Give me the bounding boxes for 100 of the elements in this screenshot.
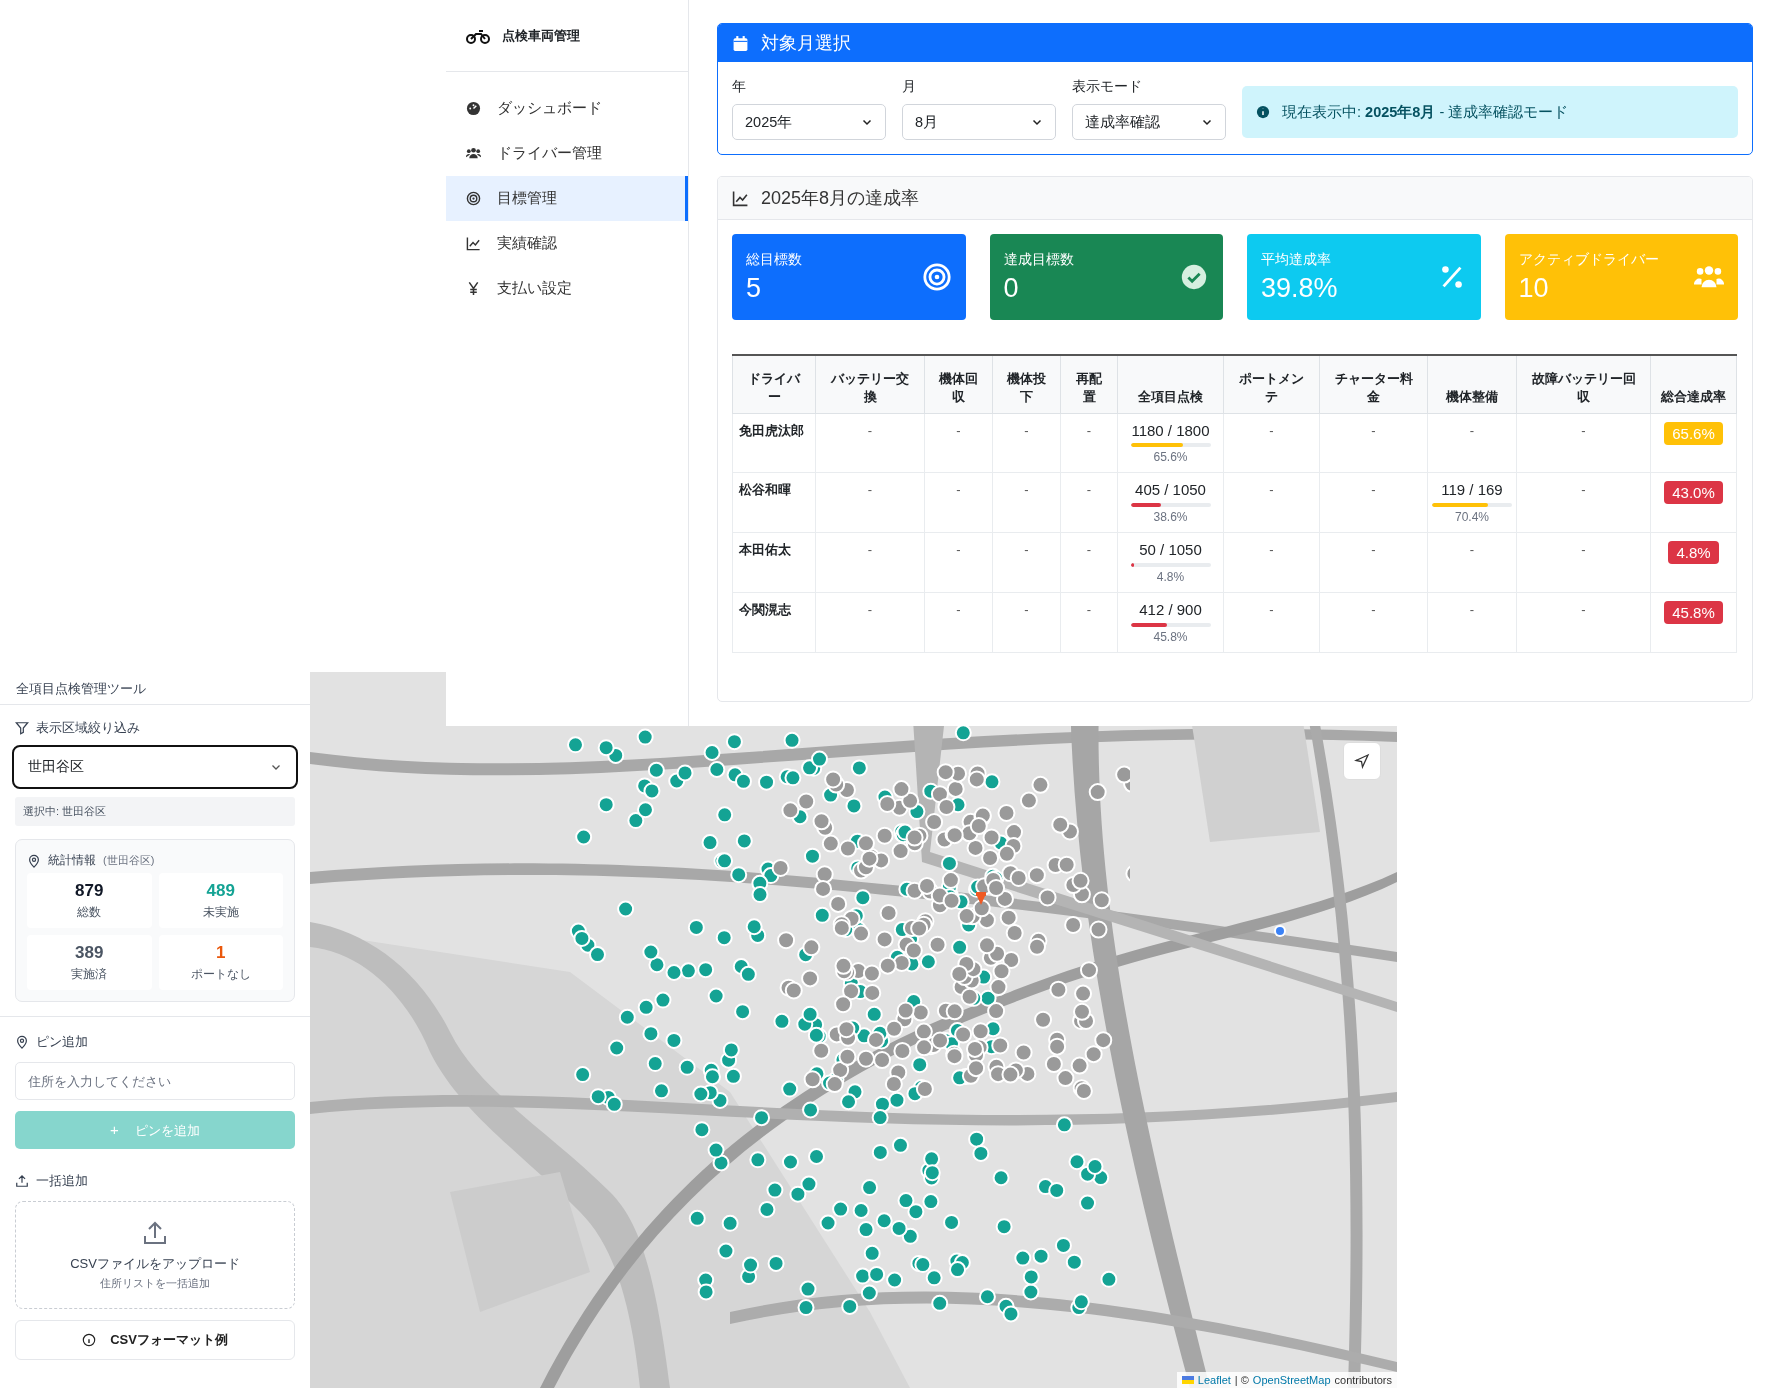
table-cell: - <box>867 422 873 438</box>
stat-label: 平均達成率 <box>1261 250 1332 269</box>
column-header: ドライバー <box>732 355 816 413</box>
stat-label: アクティブドライバー <box>1518 250 1659 269</box>
map-pin-icon[interactable] <box>975 890 987 906</box>
upload-icon <box>15 1174 29 1188</box>
table-cell: - <box>1024 482 1029 498</box>
stat-value: 489 <box>206 880 235 901</box>
progress-value: 119 / 169 <box>1441 481 1503 500</box>
table-cell: - <box>867 542 873 557</box>
table-cell: - <box>867 601 873 617</box>
table-cell: - <box>1086 542 1092 557</box>
attribution-link[interactable]: OpenStreetMap <box>1252 1374 1331 1386</box>
stat-label: ポートなし <box>190 965 251 983</box>
column-header: 機体回収 <box>924 355 993 413</box>
alert-text: 現在表示中: 2025年8月 - 達成率確認モード <box>1282 102 1569 122</box>
progress-percent: 38.6% <box>1153 510 1188 524</box>
nav-item[interactable]: 目標管理 <box>446 176 688 221</box>
table-cell: - <box>1371 422 1376 438</box>
panel-title: 全項目点検管理ツール <box>0 672 310 705</box>
card-title: 対象月選択 <box>761 32 851 55</box>
upload-hint: 住所リストを一括追加 <box>100 1277 210 1291</box>
column-header: 故障バッテリー回収 <box>1516 355 1651 413</box>
locate-button[interactable] <box>1343 742 1381 780</box>
table-cell: - <box>1086 482 1092 498</box>
column-header: 機体投下 <box>992 355 1061 413</box>
progress-value: 50 / 1050 <box>1139 541 1202 560</box>
nav-item[interactable]: ドライバー管理 <box>446 131 688 176</box>
driver-name: 今関滉志 <box>739 601 791 617</box>
line-chart-icon <box>732 189 749 207</box>
section-title: ピン追加 <box>36 1033 88 1051</box>
table-cell: - <box>956 482 961 498</box>
stats-title: 統計情報 <box>48 852 96 869</box>
column-header: 全項目点検 <box>1117 355 1224 413</box>
table-cell: - <box>1371 482 1376 498</box>
stat-value: 10 <box>1518 272 1550 304</box>
info-icon <box>1256 105 1270 119</box>
stat-label: 実施済 <box>71 965 108 983</box>
table-cell: - <box>1024 422 1029 438</box>
upload-dropzone[interactable]: CSVファイルをアップロード 住所リストを一括追加 <box>15 1201 295 1309</box>
nav-item[interactable]: ダッシュボード <box>446 86 688 131</box>
location-dot-icon <box>1273 924 1287 938</box>
attribution-text: | © <box>1234 1374 1249 1386</box>
motorcycle-icon <box>466 27 490 44</box>
attribution-text: contributors <box>1334 1374 1392 1386</box>
navigation-icon <box>1354 753 1370 769</box>
table-cell: - <box>1269 542 1274 557</box>
stat-label: 達成目標数 <box>1003 250 1074 269</box>
flag-icon <box>1181 1376 1194 1384</box>
rate-badge: 65.6% <box>1664 421 1723 445</box>
table-cell: - <box>1024 601 1029 617</box>
table-cell: - <box>1024 542 1029 557</box>
nav-item[interactable]: 支払い設定 <box>446 266 688 311</box>
brand-name: 点検車両管理 <box>502 26 580 45</box>
stat-label: 総目標数 <box>746 250 802 269</box>
table-cell: - <box>1086 422 1092 438</box>
table-cell: - <box>1581 422 1586 438</box>
table-cell: - <box>1469 542 1475 557</box>
table-cell: - <box>1469 601 1475 617</box>
check-circle-icon <box>1179 262 1209 292</box>
stat-label: 未実施 <box>202 903 239 921</box>
column-header: 機体整備 <box>1427 355 1517 413</box>
table-cell: - <box>956 422 961 438</box>
stat-value: 879 <box>75 880 104 901</box>
yen-icon <box>466 281 481 296</box>
table-cell: - <box>1581 542 1586 557</box>
csv-format-button[interactable]: CSVフォーマット例 <box>15 1320 295 1360</box>
line-chart-icon <box>466 236 481 251</box>
area-label: (世田谷区) <box>103 853 155 868</box>
table-cell: - <box>1469 422 1475 438</box>
selection-note: 選択中: 世田谷区 <box>15 797 295 826</box>
progress-value: 405 / 1050 <box>1135 481 1206 500</box>
table-cell: - <box>1086 601 1092 617</box>
stat-value: 5 <box>746 272 763 304</box>
dropdown[interactable]: 達成率確認 <box>1072 104 1226 140</box>
nav-item[interactable]: 実績確認 <box>446 221 688 266</box>
pin-icon <box>27 853 41 868</box>
table-cell: - <box>1269 482 1274 498</box>
progress-value: 412 / 900 <box>1139 600 1202 620</box>
column-header: チャーター料金 <box>1319 355 1428 413</box>
card-title: 2025年8月の達成率 <box>761 187 920 210</box>
pin-icon <box>15 1035 29 1049</box>
rate-badge: 4.8% <box>1668 541 1719 564</box>
dropdown[interactable]: 2025年 <box>732 104 886 140</box>
table-cell: - <box>1269 422 1274 438</box>
stat-label: 総数 <box>77 903 102 921</box>
field-label: 年 <box>732 78 747 96</box>
rate-badge: 43.0% <box>1664 481 1723 505</box>
progress-percent: 70.4% <box>1455 510 1489 524</box>
table-cell: - <box>1581 601 1586 617</box>
dropdown[interactable]: 8月 <box>902 104 1056 140</box>
filter-icon <box>15 721 29 735</box>
field-label: 表示モード <box>1072 78 1143 96</box>
table-cell: - <box>956 601 961 617</box>
stat-value: 389 <box>75 942 104 963</box>
attribution-link[interactable]: Leaflet <box>1197 1374 1231 1386</box>
upload-title: CSVファイルをアップロード <box>70 1255 240 1273</box>
rate-badge: 45.8% <box>1664 600 1723 624</box>
area-select[interactable]: 世田谷区 <box>12 745 298 789</box>
column-header: バッテリー交換 <box>815 355 925 413</box>
